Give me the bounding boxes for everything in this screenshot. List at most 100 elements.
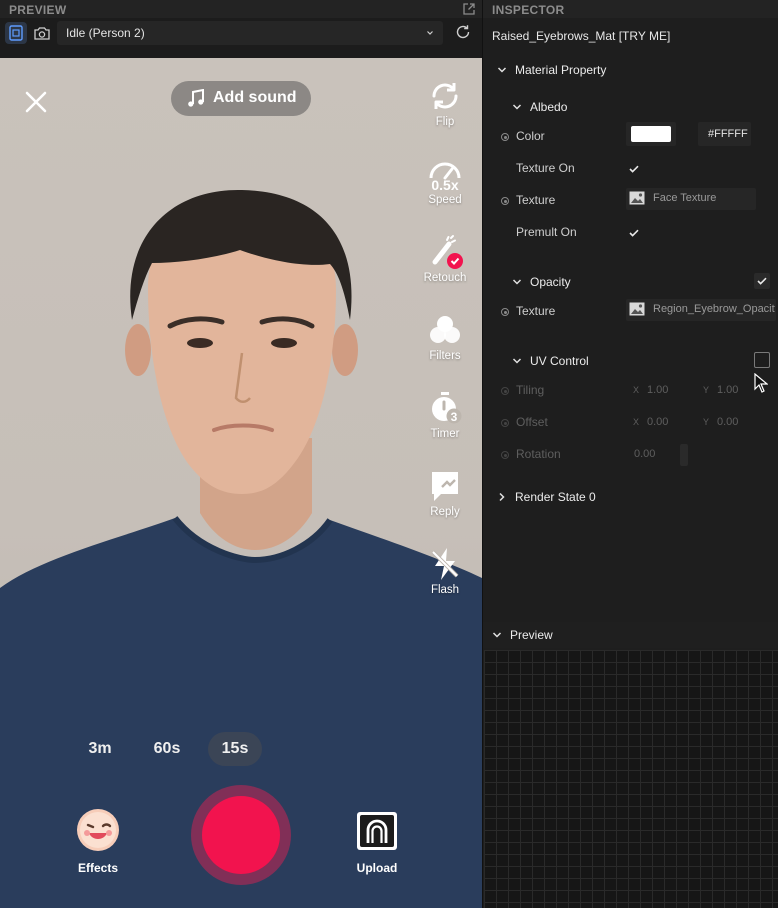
texture-on-checkbox[interactable] [627, 162, 641, 176]
property-dot-icon[interactable] [501, 197, 509, 205]
close-icon[interactable] [22, 88, 50, 116]
camera-icon [34, 27, 50, 40]
opacity-section[interactable]: Opacity [483, 271, 778, 293]
preview-mode-button[interactable] [5, 22, 27, 44]
flip-button[interactable]: Flip [410, 78, 480, 128]
chevron-down-icon [512, 358, 522, 364]
image-icon [629, 302, 645, 316]
premult-on-checkbox[interactable] [627, 226, 641, 240]
panel-title: INSPECTOR [492, 3, 565, 17]
property-label: Tiling [516, 383, 545, 397]
upload-label: Upload [356, 861, 398, 875]
albedo-section[interactable]: Albedo [483, 96, 778, 118]
effects-button[interactable]: Effects [70, 808, 126, 875]
texture-name: Region_Eyebrow_Opacity [653, 303, 775, 315]
effects-icon [77, 809, 119, 851]
inspector-header: INSPECTOR [483, 0, 778, 18]
record-button[interactable] [191, 785, 291, 885]
hex-color-field[interactable]: #FFFFF [698, 122, 751, 146]
inspector-panel: INSPECTOR Raised_Eyebrows_Mat [TRY ME] M… [482, 0, 778, 908]
material-property-section[interactable]: Material Property [483, 59, 778, 81]
y-axis-label: Y [703, 385, 710, 395]
uv-control-checkbox[interactable] [754, 352, 770, 368]
color-swatch[interactable] [631, 126, 671, 142]
preview-mode-value: Idle (Person 2) [66, 26, 145, 40]
duration-60s[interactable]: 60s [142, 732, 192, 766]
opacity-checkbox[interactable] [754, 273, 770, 289]
record-button-core[interactable] [202, 796, 280, 874]
offset-row: Offset X 0.00 Y 0.00 [483, 412, 778, 434]
popout-icon[interactable] [462, 2, 476, 16]
tiling-x-field[interactable]: 1.00 [647, 384, 668, 396]
uv-control-section[interactable]: UV Control [483, 350, 778, 372]
preview-header: PREVIEW [0, 0, 482, 18]
preview-mode-select[interactable]: Idle (Person 2) [57, 21, 443, 45]
property-label: Rotation [516, 447, 561, 461]
render-state-section[interactable]: Render State 0 [483, 486, 778, 508]
duration-15s[interactable]: 15s [208, 732, 262, 766]
tiling-y-field[interactable]: 1.00 [717, 384, 738, 396]
flip-label: Flip [435, 116, 455, 128]
check-icon [757, 277, 767, 285]
section-label: Opacity [530, 275, 571, 289]
rotation-slider-handle[interactable] [680, 444, 688, 466]
chevron-down-icon [427, 31, 433, 35]
opacity-texture-row: Texture Region_Eyebrow_Opacity [483, 299, 778, 323]
chevron-down-icon [512, 104, 522, 110]
duration-3m[interactable]: 3m [78, 732, 122, 766]
filters-button[interactable]: Filters [410, 312, 480, 362]
material-preview-canvas[interactable] [484, 650, 778, 908]
rotation-field[interactable]: 0.00 [634, 448, 655, 460]
flash-off-icon [431, 548, 459, 580]
timer-label: Timer [430, 428, 460, 440]
speed-button[interactable]: 0.5x Speed [410, 156, 480, 206]
reply-button[interactable]: Reply [410, 468, 480, 518]
property-dot-icon [501, 451, 509, 459]
section-label: UV Control [530, 354, 589, 368]
flash-button[interactable]: Flash [410, 546, 480, 596]
refresh-icon[interactable] [454, 23, 472, 41]
property-label: Premult On [516, 225, 577, 239]
rotation-row: Rotation 0.00 [483, 444, 778, 466]
x-axis-label: X [633, 417, 640, 427]
texture-field[interactable]: Face Texture [626, 188, 756, 210]
music-note-icon [188, 89, 204, 107]
reply-icon [432, 472, 458, 501]
filters-icon [430, 316, 460, 343]
section-label: Albedo [530, 100, 568, 114]
section-label: Render State 0 [515, 490, 596, 504]
chevron-down-icon [512, 279, 522, 285]
chevron-down-icon [497, 67, 507, 73]
property-dot-icon[interactable] [501, 133, 509, 141]
camera-button[interactable] [31, 22, 53, 44]
texture-field[interactable]: Region_Eyebrow_Opacity [626, 299, 776, 321]
tiling-row: Tiling X 1.00 Y 1.00 [483, 380, 778, 402]
offset-x-field[interactable]: 0.00 [647, 416, 668, 428]
preview-mode-icon [9, 25, 23, 41]
property-dot-icon[interactable] [501, 308, 509, 316]
upload-button[interactable]: Upload [352, 810, 402, 875]
hex-color-value: #FFFFF [708, 128, 748, 140]
mini-preview-header[interactable]: Preview [483, 622, 778, 648]
property-label: Color [516, 129, 545, 143]
property-label: Texture [516, 304, 556, 318]
preview-panel: PREVIEW Idle (Person 2) Add sound Flip 0… [0, 0, 482, 908]
camera-view[interactable]: Add sound Flip 0.5x Speed Retouch Filter… [0, 58, 482, 908]
add-sound-button[interactable]: Add sound [171, 81, 311, 116]
albedo-texture-row: Texture Face Texture [483, 188, 778, 212]
flip-icon [432, 83, 458, 109]
texture-on-row: Texture On [483, 158, 778, 180]
upload-icon [357, 812, 397, 850]
property-dot-icon [501, 419, 509, 427]
retouch-icon [432, 235, 463, 269]
effects-label: Effects [77, 861, 118, 875]
image-icon [629, 191, 645, 205]
speed-badge: 0.5x [431, 177, 458, 192]
color-picker[interactable] [626, 122, 676, 146]
timer-button[interactable]: 3 Timer [410, 390, 480, 440]
chevron-right-icon [499, 492, 505, 502]
retouch-button[interactable]: Retouch [410, 234, 480, 284]
property-label: Texture On [516, 161, 575, 175]
offset-y-field[interactable]: 0.00 [717, 416, 738, 428]
mini-preview-label: Preview [510, 628, 553, 642]
